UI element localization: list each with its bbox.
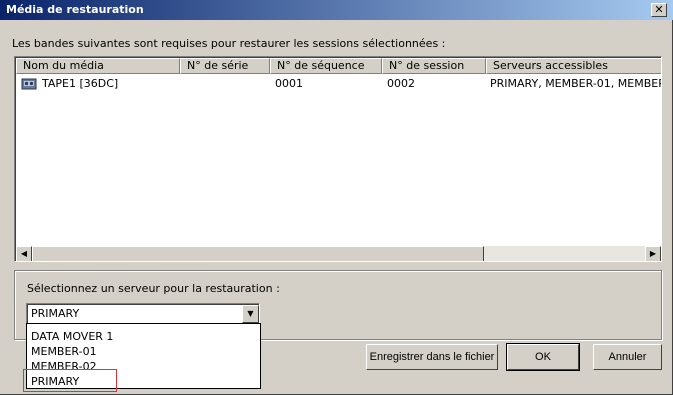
media-list[interactable]: Nom du média N° de série N° de séquence …	[14, 56, 662, 262]
column-header-servers[interactable]: Serveurs accessibles	[486, 58, 661, 74]
column-header-sequence[interactable]: N° de séquence	[270, 58, 382, 74]
cancel-button[interactable]: Annuler	[593, 344, 662, 370]
scroll-left-button[interactable]: ◀	[16, 246, 32, 261]
save-to-file-button[interactable]: Enregistrer dans le fichier	[366, 344, 498, 370]
horizontal-scrollbar[interactable]: ◀ ▶	[16, 246, 661, 261]
primary-option-highlight	[23, 369, 117, 392]
restore-media-dialog: Média de restauration ✕ Les bandes suiva…	[0, 0, 673, 395]
column-header-media-name[interactable]: Nom du média	[16, 58, 180, 74]
column-header-serial[interactable]: N° de série	[180, 58, 270, 74]
close-icon: ✕	[654, 3, 664, 16]
instruction-text: Les bandes suivantes sont requises pour …	[12, 37, 446, 50]
column-header-session[interactable]: N° de session	[382, 58, 486, 74]
scroll-right-button[interactable]: ▶	[645, 246, 661, 261]
tape-icon	[21, 78, 37, 90]
dropdown-option-member-01[interactable]: MEMBER-01	[31, 345, 97, 358]
session-cell: 0002	[387, 77, 415, 90]
arrow-right-icon: ▶	[649, 249, 657, 258]
servers-cell: PRIMARY, MEMBER-01, MEMBER	[490, 77, 662, 90]
arrow-left-icon: ◀	[20, 249, 28, 258]
server-selection-label: Sélectionnez un serveur pour la restaura…	[27, 282, 280, 295]
ok-button[interactable]: OK	[506, 343, 580, 371]
sequence-cell: 0001	[275, 77, 303, 90]
server-combobox-value: PRIMARY	[31, 307, 80, 320]
scroll-thumb[interactable]	[32, 246, 484, 261]
server-combobox[interactable]: PRIMARY ▼	[26, 303, 260, 324]
title-bar[interactable]: Média de restauration ✕	[0, 0, 673, 20]
close-button[interactable]: ✕	[651, 3, 667, 17]
dropdown-option-data-mover-1[interactable]: DATA MOVER 1	[31, 330, 113, 343]
chevron-down-icon: ▼	[247, 309, 254, 318]
media-name-cell: TAPE1 [36DC]	[42, 77, 119, 90]
window-title: Média de restauration	[6, 3, 144, 16]
combobox-dropdown-button[interactable]: ▼	[242, 305, 259, 323]
